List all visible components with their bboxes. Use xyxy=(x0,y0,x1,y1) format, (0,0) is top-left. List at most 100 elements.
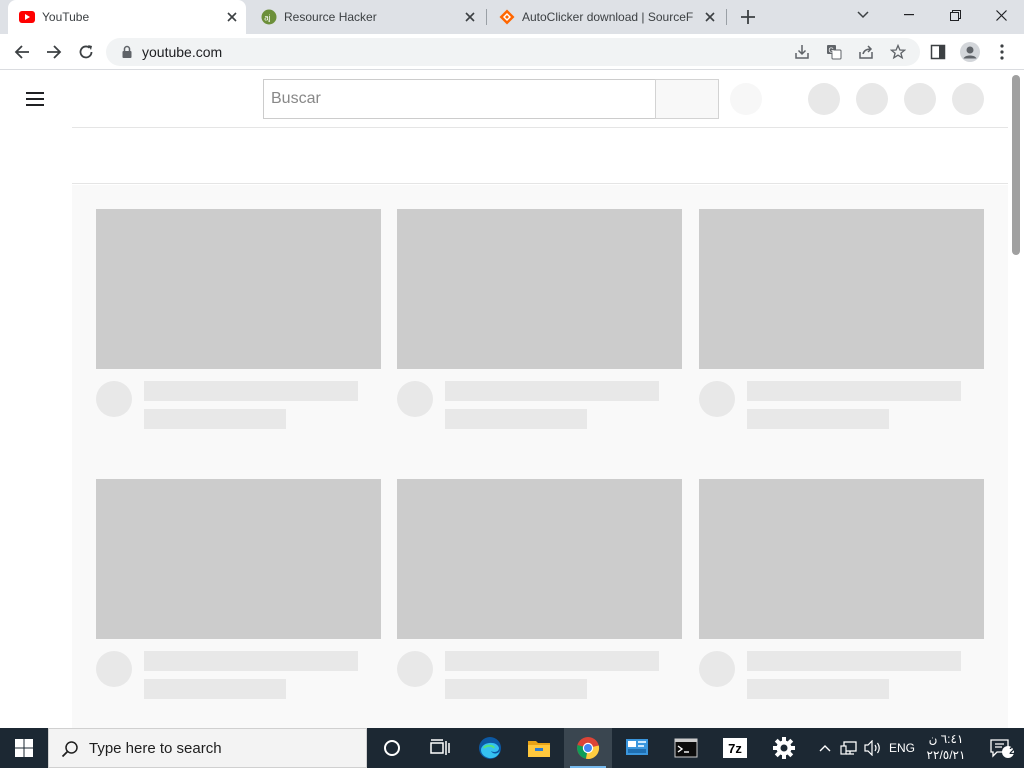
system-clock[interactable]: ٦:٤١ ن ٢٢/٥/٢١ xyxy=(916,731,976,765)
minimize-icon xyxy=(904,14,914,16)
tab-title: AutoClicker download | SourceF xyxy=(522,10,694,24)
minimize-button[interactable] xyxy=(886,0,932,30)
share-icon xyxy=(859,45,873,59)
video-thumbnail-placeholder[interactable] xyxy=(397,479,682,639)
forward-button[interactable] xyxy=(40,38,68,66)
arrow-right-icon xyxy=(47,45,62,59)
translate-button[interactable]: G xyxy=(824,42,844,62)
channel-avatar-placeholder xyxy=(699,381,735,417)
settings-button[interactable] xyxy=(760,728,808,768)
taskbar-search-placeholder: Type here to search xyxy=(89,740,222,757)
svg-text:G: G xyxy=(829,48,834,55)
side-panel-icon xyxy=(930,44,946,60)
7zip-icon: 7z xyxy=(723,738,747,758)
control-panel-button[interactable] xyxy=(613,728,661,768)
video-meta-placeholder xyxy=(144,409,286,429)
video-title-placeholder xyxy=(144,651,358,671)
close-tab-icon[interactable] xyxy=(224,9,240,25)
video-meta-placeholder xyxy=(445,679,587,699)
terminal-button[interactable] xyxy=(662,728,710,768)
terminal-icon xyxy=(674,738,698,758)
svg-text:aj: aj xyxy=(264,14,270,23)
install-app-button[interactable] xyxy=(792,42,812,62)
youtube-icon xyxy=(19,11,35,23)
cortana-icon xyxy=(384,740,400,756)
network-button[interactable] xyxy=(838,728,860,768)
profile-button[interactable] xyxy=(958,40,982,64)
search-icon xyxy=(61,741,78,758)
menu-button[interactable] xyxy=(990,40,1014,64)
new-tab-button[interactable] xyxy=(736,5,760,29)
video-grid xyxy=(72,185,1008,728)
cortana-button[interactable] xyxy=(368,728,416,768)
scrollbar-thumb[interactable] xyxy=(1012,75,1020,255)
close-tab-icon[interactable] xyxy=(702,9,718,25)
search-input[interactable] xyxy=(264,80,655,118)
chrome-button[interactable] xyxy=(564,728,612,768)
channel-avatar-placeholder xyxy=(96,651,132,687)
resource-hacker-icon: aj xyxy=(261,9,277,25)
chevron-up-icon xyxy=(819,745,831,752)
youtube-page xyxy=(0,71,1024,728)
header-button-placeholder[interactable] xyxy=(856,83,888,115)
volume-button[interactable] xyxy=(862,728,884,768)
header-button-placeholder[interactable] xyxy=(808,83,840,115)
edge-button[interactable] xyxy=(466,728,514,768)
video-thumbnail-placeholder[interactable] xyxy=(96,479,381,639)
side-panel-button[interactable] xyxy=(926,40,950,64)
tab-search-button[interactable] xyxy=(840,0,886,30)
reload-icon xyxy=(79,45,93,59)
address-bar[interactable]: youtube.com G xyxy=(106,38,920,66)
task-view-button[interactable] xyxy=(416,728,464,768)
video-thumbnail-placeholder[interactable] xyxy=(96,209,381,369)
input-language-button[interactable]: ENG xyxy=(886,728,918,768)
video-meta-placeholder xyxy=(747,679,889,699)
start-button[interactable] xyxy=(0,728,48,768)
url-text[interactable]: youtube.com xyxy=(142,44,222,60)
search-box[interactable] xyxy=(263,79,656,119)
chips-bar xyxy=(72,128,1008,184)
tab-youtube[interactable]: YouTube xyxy=(8,0,246,34)
video-title-placeholder xyxy=(747,381,961,401)
tab-title: Resource Hacker xyxy=(284,10,377,24)
star-icon xyxy=(890,44,906,60)
taskbar-search-box[interactable]: Type here to search xyxy=(48,728,367,768)
action-center-button[interactable]: 2 xyxy=(980,728,1024,768)
video-meta-placeholder xyxy=(144,679,286,699)
file-explorer-button[interactable] xyxy=(515,728,563,768)
control-panel-icon xyxy=(626,739,648,755)
video-thumbnail-placeholder[interactable] xyxy=(699,209,984,369)
chrome-icon xyxy=(577,737,600,759)
voice-search-placeholder[interactable] xyxy=(730,83,762,115)
header-button-placeholder[interactable] xyxy=(904,83,936,115)
close-window-button[interactable] xyxy=(978,0,1024,30)
arrow-left-icon xyxy=(14,45,29,59)
channel-avatar-placeholder xyxy=(96,381,132,417)
share-button[interactable] xyxy=(856,42,876,62)
download-icon xyxy=(795,45,809,59)
guide-menu-button[interactable] xyxy=(24,89,48,109)
close-tab-icon[interactable] xyxy=(462,9,478,25)
restore-button[interactable] xyxy=(932,0,978,30)
clock-time: ٦:٤١ ن xyxy=(928,732,964,746)
back-button[interactable] xyxy=(8,38,36,66)
folder-icon xyxy=(528,741,550,757)
reload-button[interactable] xyxy=(72,38,100,66)
tab-divider xyxy=(726,9,727,25)
tab-autoclicker[interactable]: AutoClicker download | SourceF xyxy=(488,0,724,34)
bookmark-button[interactable] xyxy=(888,42,908,62)
taskbar: Type here to search 7z ENG ٦:٤١ ن ٢٢/٥/٢… xyxy=(0,728,1024,768)
7zip-button[interactable]: 7z xyxy=(711,728,759,768)
restore-icon xyxy=(949,9,961,21)
video-thumbnail-placeholder[interactable] xyxy=(397,209,682,369)
video-thumbnail-placeholder[interactable] xyxy=(699,479,984,639)
search-button[interactable] xyxy=(655,79,719,119)
lock-icon[interactable] xyxy=(120,45,134,59)
video-title-placeholder xyxy=(445,381,659,401)
tab-resource-hacker[interactable]: aj Resource Hacker xyxy=(250,0,486,34)
header-button-placeholder[interactable] xyxy=(952,83,984,115)
scrollbar[interactable] xyxy=(1008,71,1024,728)
show-hidden-icons-button[interactable] xyxy=(814,728,836,768)
sourceforge-icon xyxy=(499,9,515,25)
edge-icon xyxy=(479,737,501,759)
